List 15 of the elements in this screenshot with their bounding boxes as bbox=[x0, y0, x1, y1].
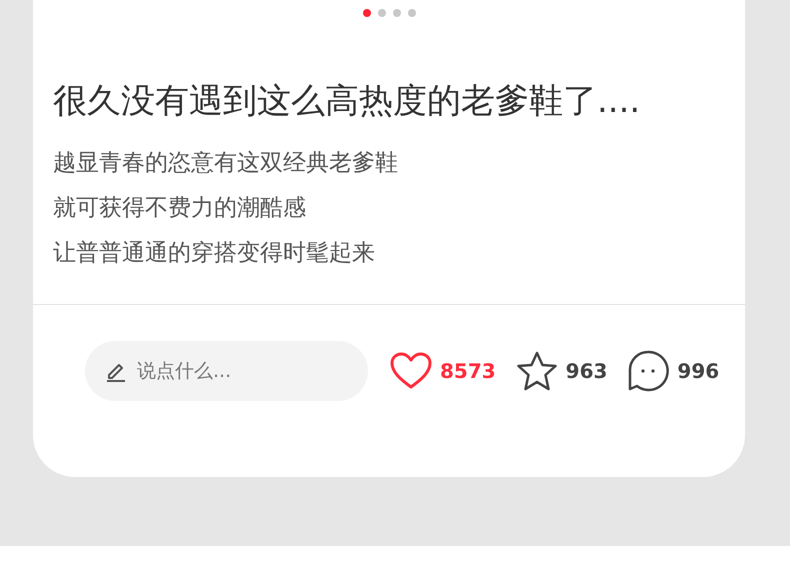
page-dot[interactable] bbox=[392, 9, 400, 17]
post-title: 很久没有遇到这么高热度的老爹鞋了.... bbox=[53, 80, 640, 123]
comment-field[interactable]: 说点什么... bbox=[85, 341, 368, 401]
page-dot[interactable] bbox=[362, 9, 370, 17]
comment-count: 996 bbox=[677, 359, 720, 383]
page-dot[interactable] bbox=[378, 9, 386, 17]
body-text: 让普普通通的穿搭变得时髦起来 bbox=[53, 239, 375, 268]
like-count: 8573 bbox=[440, 359, 496, 383]
star-icon[interactable] bbox=[516, 351, 558, 391]
favorite-count: 963 bbox=[566, 359, 608, 383]
body-text: 越显青春的恣意有这双经典老爹鞋 bbox=[53, 149, 398, 178]
body-text: 就可获得不费力的潮酷感 bbox=[53, 194, 306, 223]
heart-icon[interactable] bbox=[390, 352, 432, 390]
page-dot[interactable] bbox=[408, 9, 416, 17]
comment-icon[interactable] bbox=[627, 350, 670, 392]
